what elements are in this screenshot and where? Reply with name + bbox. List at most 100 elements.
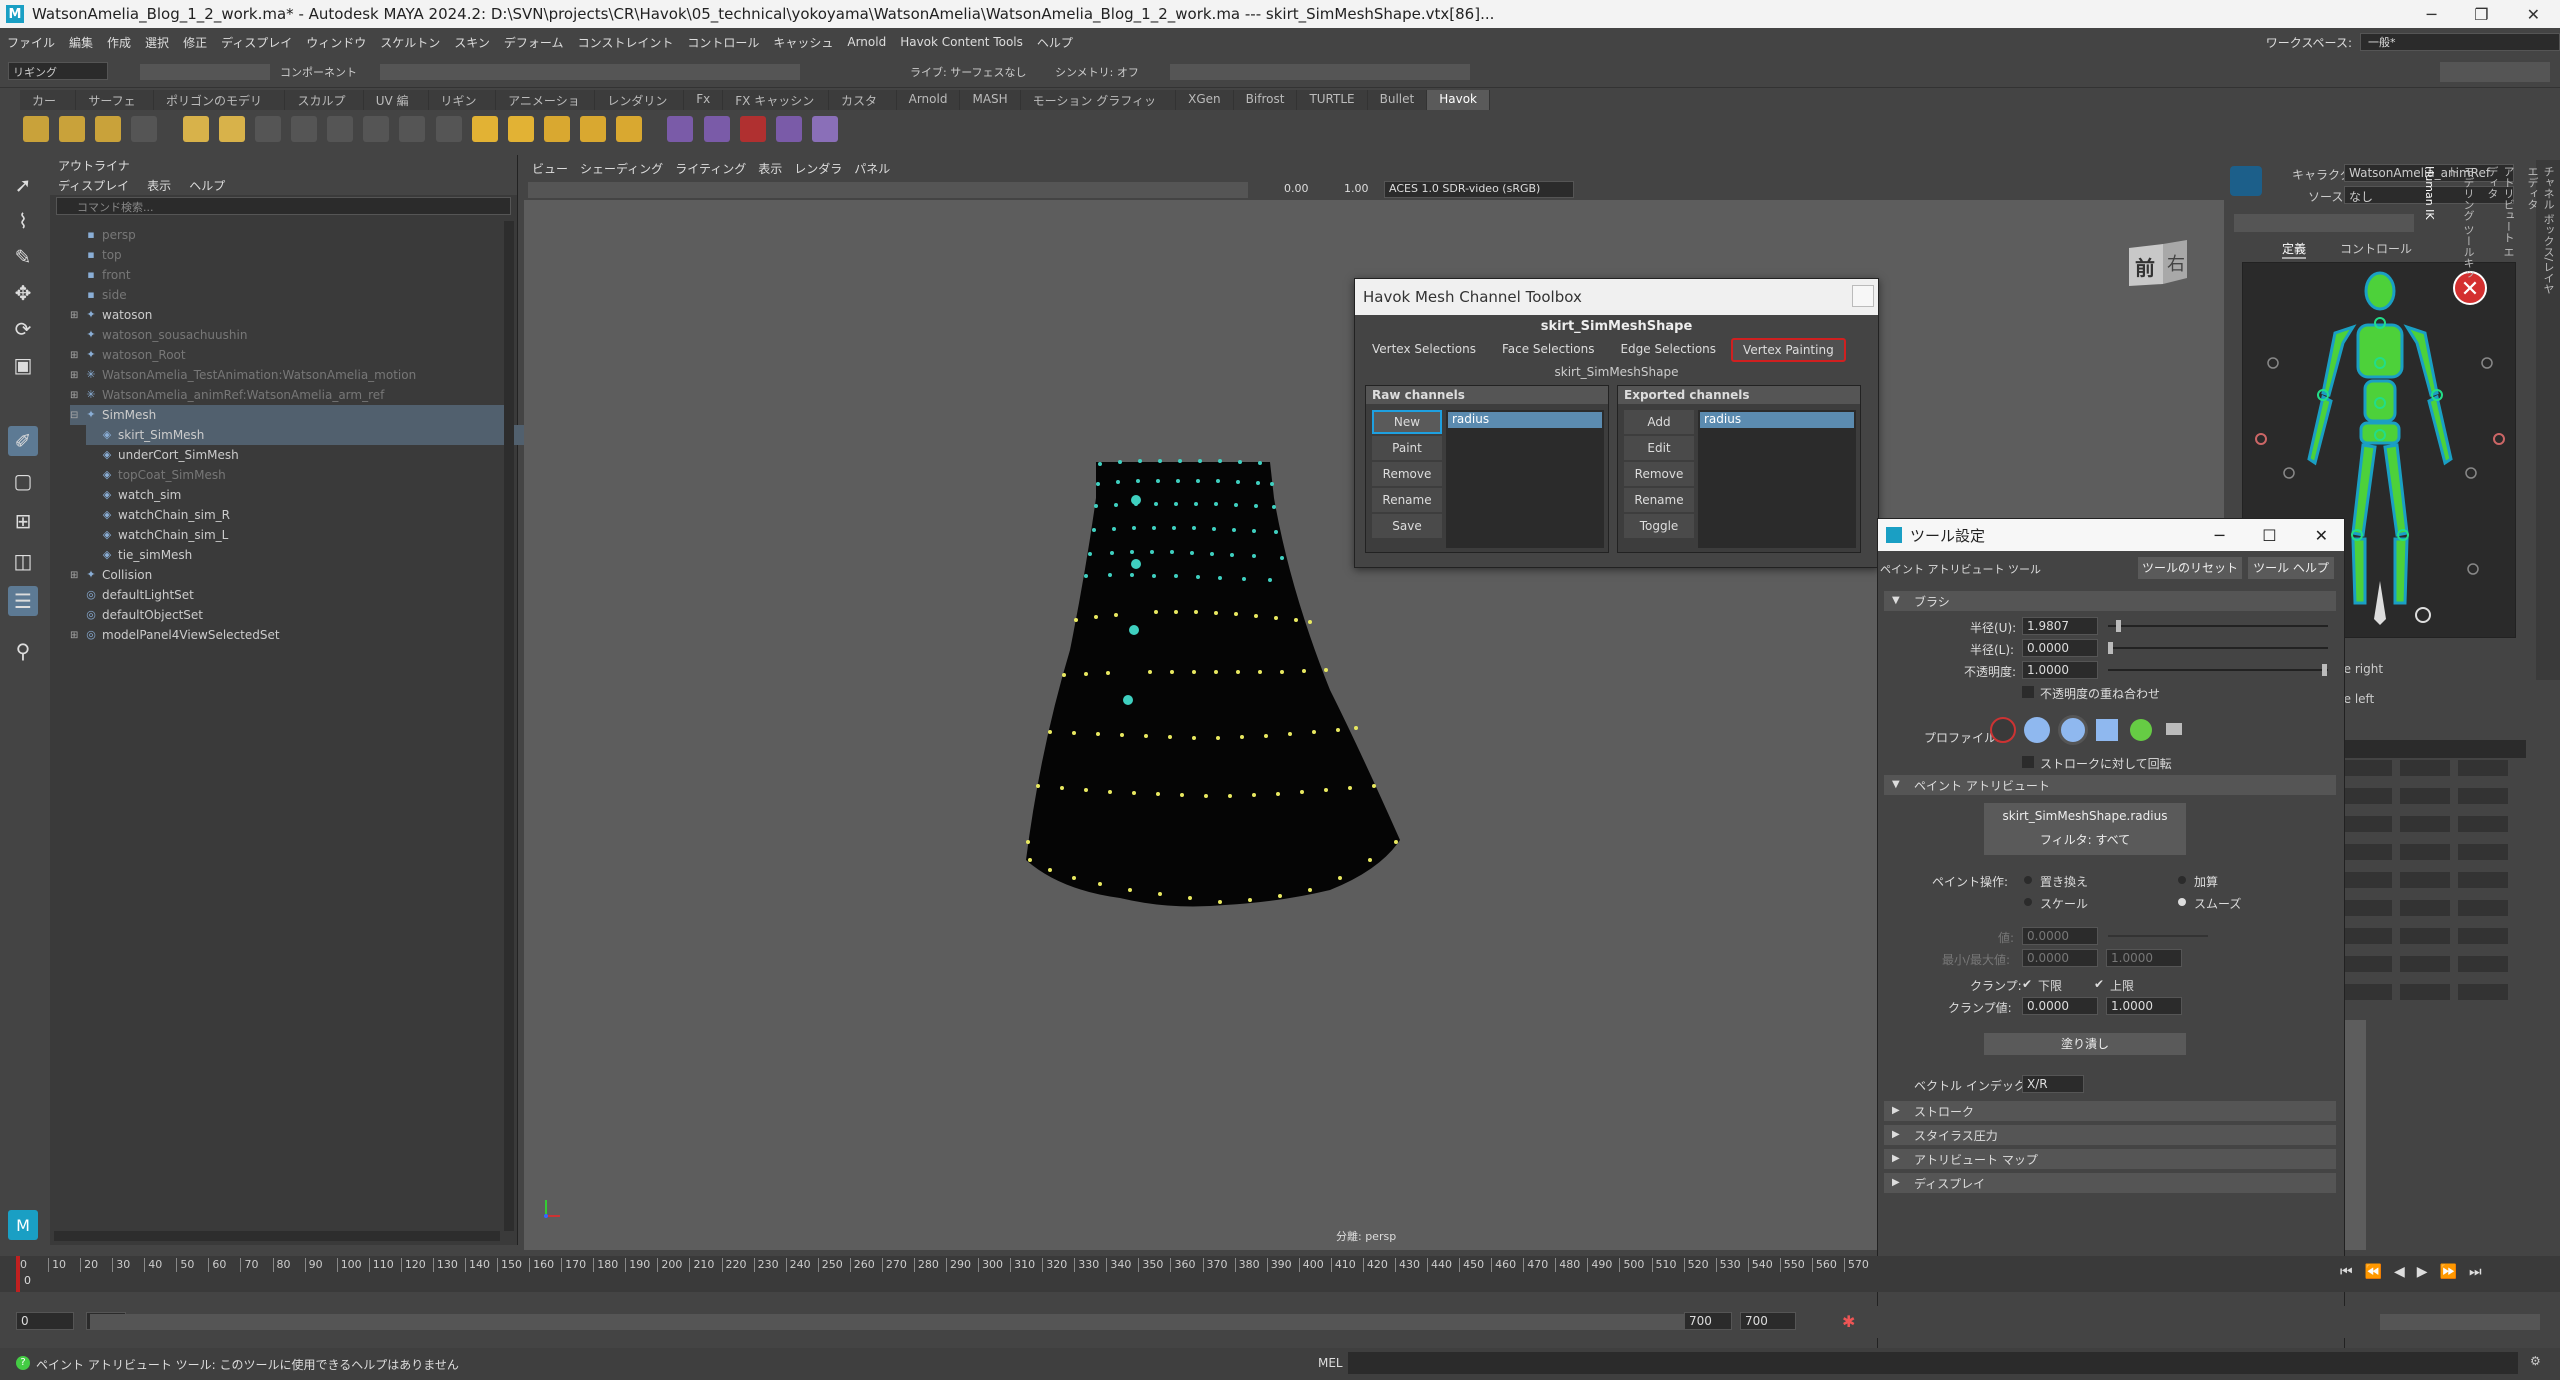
script-editor-icon[interactable]: ⚙ [2530,1354,2541,1368]
havok-shelf-icon[interactable] [95,116,122,142]
shelf-tab[interactable]: XGen [1176,90,1234,110]
square-brush-icon[interactable] [2096,719,2118,741]
havok-shelf-icon[interactable] [543,116,570,142]
command-line-input[interactable] [1348,1352,2518,1374]
viewport-menu-renderer[interactable]: レンダラ [794,160,842,180]
rotate-to-stroke-checkbox[interactable]: ストロークに対して回転 [2022,755,2172,772]
havok-shelf-icon[interactable] [616,116,643,142]
outliner-scrollbar[interactable] [504,221,514,1231]
havok-shelf-icon[interactable] [23,116,49,142]
add-radio[interactable]: 加算 [2178,873,2218,890]
tool-help-button[interactable]: ツール ヘルプ [2248,557,2334,579]
folder-icon[interactable] [2166,723,2182,735]
paint-attribute-selector[interactable]: skirt_SimMeshShape.radius フィルタ: すべて [1984,803,2186,855]
smooth-radio[interactable]: スムーズ [2178,895,2241,912]
outliner-hscrollbar[interactable] [54,1231,500,1241]
tab-channel-box[interactable]: チャネル ボックス/レイヤ エディタ [2520,160,2560,310]
tab-human-ik[interactable]: Human IK [2419,160,2440,240]
outliner-item[interactable]: ⊞ ✦ watoson [70,305,152,325]
live-surface-label[interactable]: ライブ: サーフェスなし [910,64,1027,80]
scale-tool-icon[interactable]: ▣ [8,350,38,380]
rotate-tool-icon[interactable]: ⟳ [8,314,38,344]
tab-face-selections[interactable]: Face Selections [1491,338,1606,362]
color-space-select[interactable]: ACES 1.0 SDR-video (sRGB) [1384,181,1574,198]
menu-display[interactable]: ディスプレイ [214,34,299,51]
expand-toggle-icon[interactable]: ⊞ [70,630,84,641]
shelf-tab[interactable]: カスタム [829,90,897,125]
viewport-menu-lighting[interactable]: ライティング [675,160,746,180]
tab-control[interactable]: コントロール [2340,240,2412,257]
outliner-item[interactable]: ◎ defaultObjectSet [70,605,203,625]
minimize-icon[interactable]: ─ [2215,526,2225,545]
gaussian-brush-icon[interactable] [1990,717,2016,743]
menu-edit[interactable]: 編集 [62,34,100,51]
edit-channel-button[interactable]: Edit [1624,436,1694,460]
replace-radio[interactable]: 置き換え [2024,873,2088,890]
menu-control[interactable]: コントロール [680,34,766,51]
outliner-menu-display[interactable]: ディスプレイ [58,177,129,193]
save-channel-button[interactable]: Save [1372,514,1442,538]
range-end-field[interactable]: 700 [1684,1312,1732,1330]
shelf-tab[interactable]: カーブ [20,90,77,125]
shelf-tab[interactable]: Bifrost [1233,90,1298,110]
outliner-item[interactable]: ▪ persp [70,225,136,245]
clamp-upper-checkbox[interactable]: ✔ 上限 [2094,977,2134,994]
tab-modeling-toolkit[interactable]: モデリング ツールキット [2440,160,2480,290]
tab-vertex-selections[interactable]: Vertex Selections [1361,338,1487,362]
two-view-icon[interactable]: ◫ [8,546,38,576]
havok-shelf-icon[interactable] [290,116,317,142]
shelf-tab[interactable]: Arnold [896,90,961,110]
outliner-item[interactable]: ⊞ ✳ WatsonAmelia_animRef:WatsonAmelia_arm_… [70,385,384,405]
outliner-item[interactable]: ⊞ ✦ Collision [70,565,152,585]
tab-edge-selections[interactable]: Edge Selections [1609,338,1727,362]
menu-file[interactable]: ファイル [0,34,62,51]
havok-shelf-icon[interactable] [435,116,462,142]
radius-l-slider[interactable] [2108,647,2328,649]
shelf-tab[interactable]: MASH [960,90,1021,110]
move-tool-icon[interactable]: ✥ [8,278,38,308]
menu-modify[interactable]: 修正 [176,34,214,51]
menu-havok[interactable]: Havok Content Tools [893,35,1030,49]
expand-toggle-icon[interactable]: ⊞ [70,390,84,401]
havok-shelf-icon[interactable] [739,116,766,142]
search-icon[interactable]: ⚲ [8,636,38,666]
outliner-item[interactable]: ◈ watchChain_sim_L [86,525,229,545]
render-icons[interactable] [1170,64,1470,80]
havok-shelf-icon[interactable] [399,116,426,142]
display-section[interactable]: ディスプレイ [1884,1173,2336,1193]
accumulate-opacity-checkbox[interactable]: 不透明度の重ね合わせ [2022,685,2160,702]
select-tool-icon[interactable]: ➚ [8,170,38,200]
outliner-item[interactable]: ◈ watch_sim [86,485,182,505]
stylus-pressure-section[interactable]: スタイラス圧力 [1884,1125,2336,1145]
expand-toggle-icon[interactable]: ⊞ [70,370,84,381]
outliner-item[interactable]: ◈ topCoat_SimMesh [86,465,226,485]
havok-shelf-icon[interactable] [471,116,498,142]
exposure-value[interactable]: 0.00 [1284,182,1309,195]
outliner-item[interactable]: ⊞ ✦ watoson_Root [70,345,186,365]
panel-icons[interactable] [528,182,1248,198]
outliner-item[interactable]: ✦ watoson_sousachuushin [70,325,247,345]
menu-deform[interactable]: デフォーム [497,34,571,51]
start-frame-field[interactable]: 0 [16,1312,74,1330]
radius-l-field[interactable]: 0.0000 [2022,639,2098,657]
close-icon[interactable]: ✕ [2315,526,2328,545]
outliner-item[interactable]: ⊞ ✳ WatsonAmelia_TestAnimation:WatsonAmeli… [70,365,416,385]
menu-help[interactable]: ヘルプ [1030,34,1080,51]
outliner-menu-show[interactable]: 表示 [147,177,171,193]
four-view-icon[interactable]: ⊞ [8,506,38,536]
layout-icons[interactable] [2440,62,2550,82]
end-frame-field[interactable]: 700 [1740,1312,1796,1330]
opacity-field[interactable]: 1.0000 [2022,661,2098,679]
maximize-icon[interactable]: ☐ [2262,526,2276,545]
shelf-tab[interactable]: Fx [684,90,724,110]
shelf-tab[interactable]: モーション グラフィックス [1020,90,1177,125]
shelf-tab-havok[interactable]: Havok [1427,90,1490,110]
havok-close-button[interactable] [1852,285,1874,307]
outliner-item[interactable]: ◈ tie_simMesh [86,545,193,565]
list-item[interactable]: radius [1700,412,1854,428]
viewport-menu-panels[interactable]: パネル [854,160,890,180]
paint-channel-button[interactable]: Paint [1372,436,1442,460]
tab-attribute-editor[interactable]: アトリビュート エディタ [2480,160,2520,270]
havok-shelf-icon[interactable] [703,116,730,142]
menu-create[interactable]: 作成 [100,34,138,51]
